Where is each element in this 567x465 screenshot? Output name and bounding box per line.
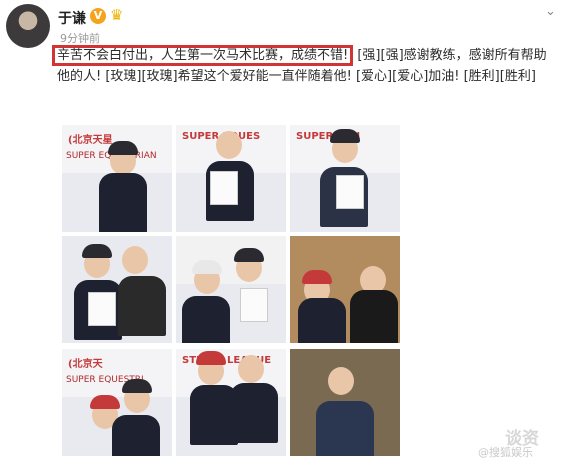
- photo-9[interactable]: [290, 349, 400, 456]
- photo-7[interactable]: (北京天 SUPER EQUESTRI: [62, 349, 172, 456]
- post-time: 9分钟前: [60, 32, 100, 45]
- chevron-down-icon[interactable]: ⌄: [545, 4, 556, 19]
- verified-v-icon: V: [90, 8, 106, 24]
- photo-1[interactable]: (北京天星SUPER EQUESTRIAN: [62, 125, 172, 232]
- photo-6[interactable]: [290, 236, 400, 343]
- photo-2[interactable]: SUPER EQUES: [176, 125, 286, 232]
- photo-4[interactable]: [62, 236, 172, 343]
- username[interactable]: 于谦: [58, 8, 86, 28]
- photo-8[interactable]: STRIAN LEAGUE: [176, 349, 286, 456]
- photo-5[interactable]: [176, 236, 286, 343]
- highlighted-sentence: 辛苦不会白付出，人生第一次马术比赛，成绩不错!: [52, 45, 354, 66]
- post-text: 辛苦不会白付出，人生第一次马术比赛，成绩不错! [强][强]感谢教练，感谢所有帮…: [52, 45, 557, 87]
- photo-grid: (北京天星SUPER EQUESTRIAN SUPER EQUES SUPER …: [62, 125, 400, 461]
- avatar[interactable]: [6, 4, 50, 48]
- watermark-sub: @搜狐娱乐: [478, 446, 533, 459]
- photo-3[interactable]: SUPER EQU: [290, 125, 400, 232]
- crown-icon: ♛: [110, 6, 124, 24]
